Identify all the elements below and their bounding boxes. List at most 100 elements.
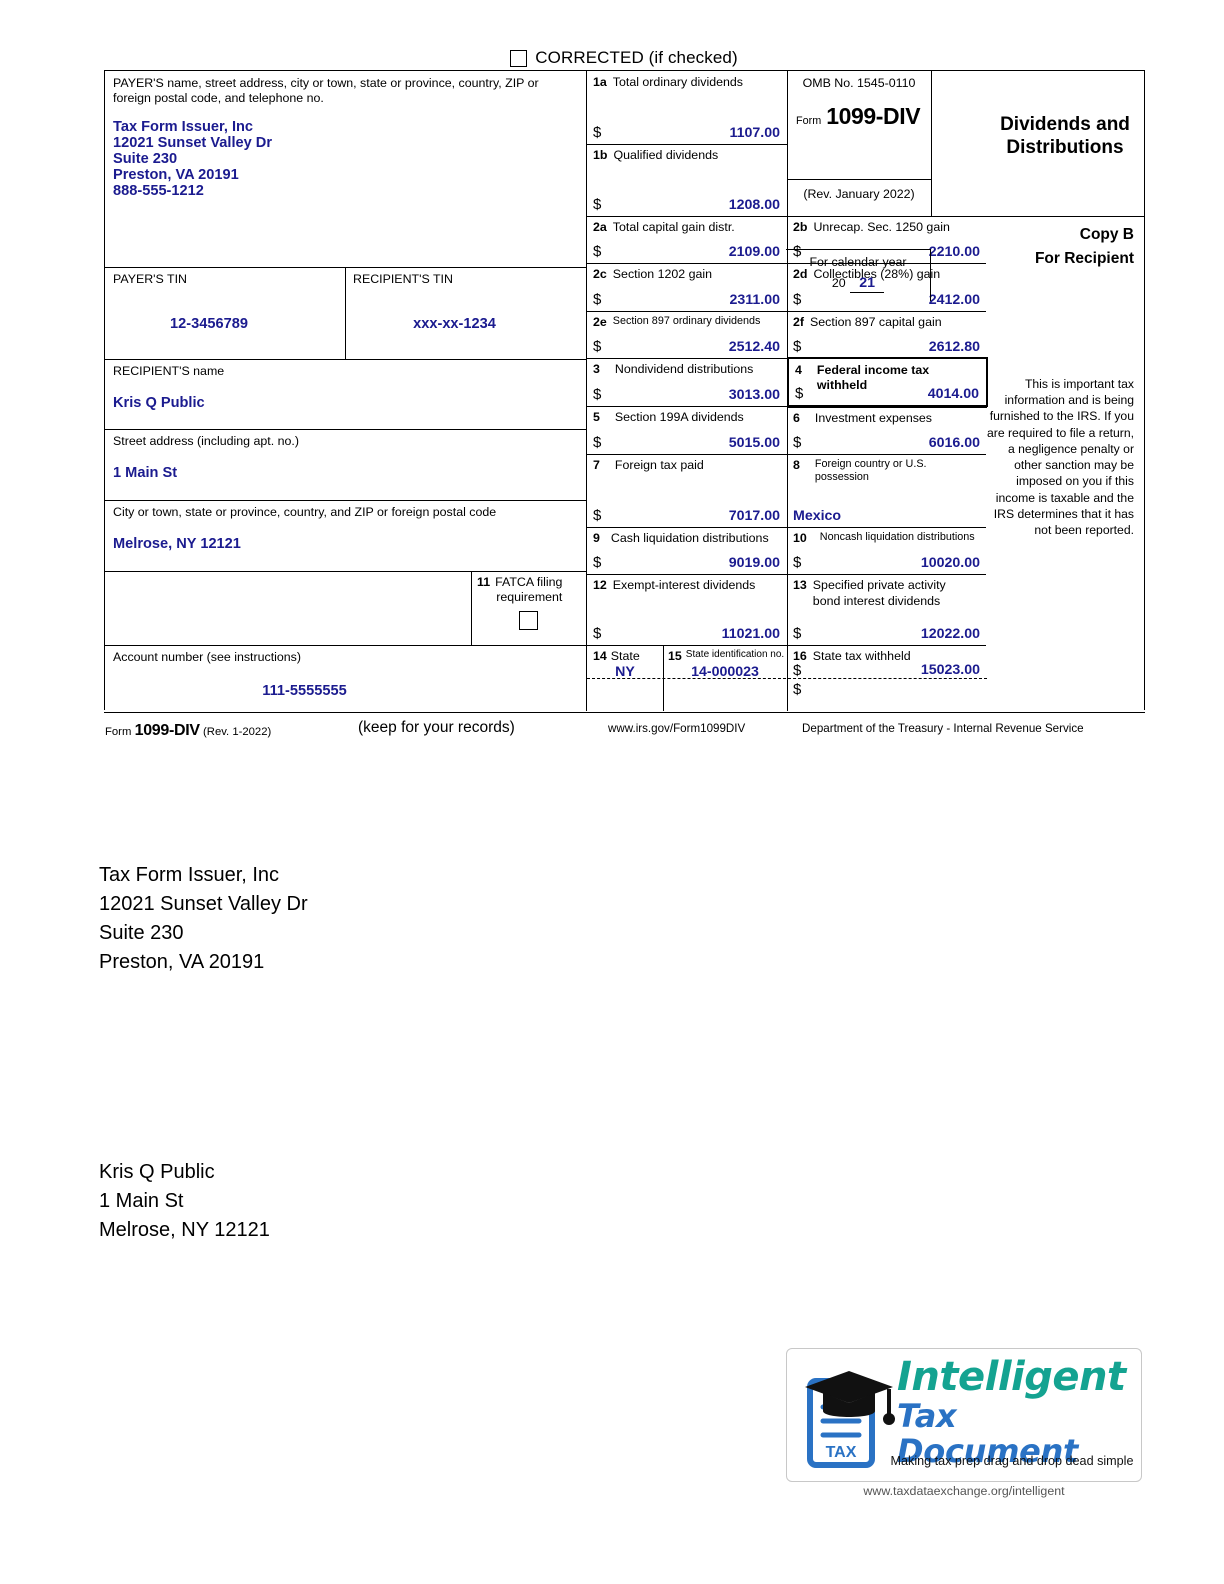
box-2d-value: 2412.00 [928,292,980,308]
box-6-value: 6016.00 [928,435,980,451]
box-2a-value: 2109.00 [728,244,780,260]
box-2a: 2a Total capital gain distr. $ 2109.00 [587,216,787,263]
box-14-label: State [610,649,640,663]
omb-number: OMB No. 1545-0110 [802,76,916,90]
logo-wordmark: Intelligent Tax Document [897,1357,1139,1469]
recipient-tin-label: RECIPIENT'S TIN [353,272,453,286]
copy-designation: Copy B For Recipient [986,223,1144,271]
fatca-cell: 11 FATCA filing requirement [471,571,586,645]
blank-cell [105,571,471,645]
calendar-year-suffix: 21 [859,275,876,292]
box-9-currency: $ [593,554,602,571]
box-1a-currency: $ [593,124,602,141]
fatca-label-line1: FATCA filing [495,575,563,589]
recipient-city-value: Melrose, NY 12121 [113,536,241,553]
recipient-city-label: City or town, state or province, country… [113,505,497,519]
box-9-number: 9 [593,531,600,545]
box-2a-number: 2a [593,220,607,234]
fatca-number: 11 [477,575,491,589]
box-14: 14 State NY [587,645,663,680]
payer-address2: Suite 230 [113,151,178,168]
box-13: 13 Specified private activity bond inter… [787,574,987,645]
box-15-label: State identification no. [685,649,785,660]
recipient-mailing-address: Kris Q Public 1 Main St Melrose, NY 1212… [99,1161,270,1241]
box-2e-label: Section 897 ordinary dividends [612,315,761,327]
box-8-label: Foreign country or U.S. possession [814,458,927,483]
box-1b-currency: $ [593,196,602,213]
box-2a-currency: $ [593,243,602,260]
logo-doc-label: TAX [826,1444,857,1461]
box-5: 5 Section 199A dividends $ 5015.00 [587,406,787,454]
box-1b: 1b Qualified dividends $ 1208.00 [587,144,787,216]
box-13-currency: $ [793,625,802,642]
recipient-tin-value: xxx-xx-1234 [413,316,496,333]
account-number-cell: Account number (see instructions) 111-55… [105,645,586,711]
box-7-value: 7017.00 [728,508,780,524]
box-15-number: 15 [668,649,682,663]
box-6-currency: $ [793,434,802,451]
box-5-number: 5 [593,410,600,424]
box-1b-value: 1208.00 [728,197,780,213]
box-3-label: Nondividend distributions [614,362,754,376]
box-12-value: 11021.00 [721,626,780,642]
box-1b-number: 1b [593,148,608,162]
box-9-label: Cash liquidation distributions [610,531,769,545]
box-2f-number: 2f [793,315,805,329]
recipient-name-cell: RECIPIENT'S name Kris Q Public [105,359,586,429]
logo-word-intelligent: Intelligent [897,1354,1126,1400]
box-12-number: 12 [593,578,607,592]
box-3-currency: $ [593,386,602,403]
box-16-currency: $ [793,662,802,680]
box-2e: 2e Section 897 ordinary dividends $ 2512… [587,311,787,358]
box-8-value: Mexico [793,508,842,524]
footer-department: Department of the Treasury - Internal Re… [802,722,1084,735]
form-boxes-column: 1a Total ordinary dividends $ 1107.00 OM… [586,71,988,711]
box-15: 15 State identification no. 14-000023 [663,645,787,680]
box-1a: 1a Total ordinary dividends $ 1107.00 [587,71,787,144]
box-2e-number: 2e [593,315,607,329]
box-7-number: 7 [593,458,600,472]
footer-form-word: Form [105,726,132,738]
box-10-label: Noncash liquidation distributions [819,531,975,543]
payer-address1: 12021 Sunset Valley Dr [113,135,273,152]
corrected-row: CORRECTED (if checked) [104,46,1144,70]
box-9-value: 9019.00 [728,555,780,571]
box-6-label: Investment expenses [814,411,932,425]
box-5-label: Section 199A dividends [614,410,744,424]
box-2c-currency: $ [593,291,602,308]
fatca-label-line2: requirement [496,589,563,604]
box-2f-value: 2612.80 [928,339,980,355]
intelligent-tax-document-logo: TAX Intelligent Tax Document Making tax … [786,1348,1142,1482]
box-2b-number: 2b [793,220,808,234]
box-1a-number: 1a [593,75,607,89]
box-7-label: Foreign tax paid [614,458,704,472]
recipient-tin-cell: RECIPIENT'S TIN xxx-xx-1234 [345,267,586,359]
recipient-street-label: Street address (including apt. no.) [113,434,299,448]
box-6: 6 Investment expenses $ 6016.00 [787,407,987,454]
footer-form-number: 1099-DIV [134,722,201,739]
box-13-value: 12022.00 [920,626,980,642]
payer-mailing-address: Tax Form Issuer, Inc 12021 Sunset Valley… [99,864,308,973]
box-12-currency: $ [593,625,602,642]
box-13-number: 13 [793,578,807,592]
calendar-year-cell: For calendar year 20 21 [786,249,931,301]
corrected-checkbox[interactable] [510,49,528,67]
box-9: 9 Cash liquidation distributions $ 9019.… [587,527,787,574]
calendar-year-label: For calendar year [809,255,907,269]
fatca-checkbox[interactable] [519,610,538,630]
box-2c-label: Section 1202 gain [612,267,713,281]
logo-tagline: Making tax prep drag and drop dead simpl… [890,1454,1134,1468]
box-3-number: 3 [593,362,600,376]
document-graduation-cap-icon: TAX [801,1365,897,1474]
box-1a-label: Total ordinary dividends [612,75,743,89]
payer-tin-value: 12-3456789 [170,316,248,333]
payer-city-state-zip: Preston, VA 20191 [113,167,239,184]
box-2b-label: Unrecap. Sec. 1250 gain [813,220,950,234]
recipient-name-label: RECIPIENT'S name [113,364,225,378]
copy-line1: Copy B [1079,226,1134,243]
box-6-number: 6 [793,411,800,425]
box-1a-value: 1107.00 [729,125,780,141]
footer-form-id: Form 1099-DIV (Rev. 1-2022) [105,722,271,740]
form-title-line2: Distributions [1006,137,1124,159]
payer-phone: 888-555-1212 [113,183,204,200]
